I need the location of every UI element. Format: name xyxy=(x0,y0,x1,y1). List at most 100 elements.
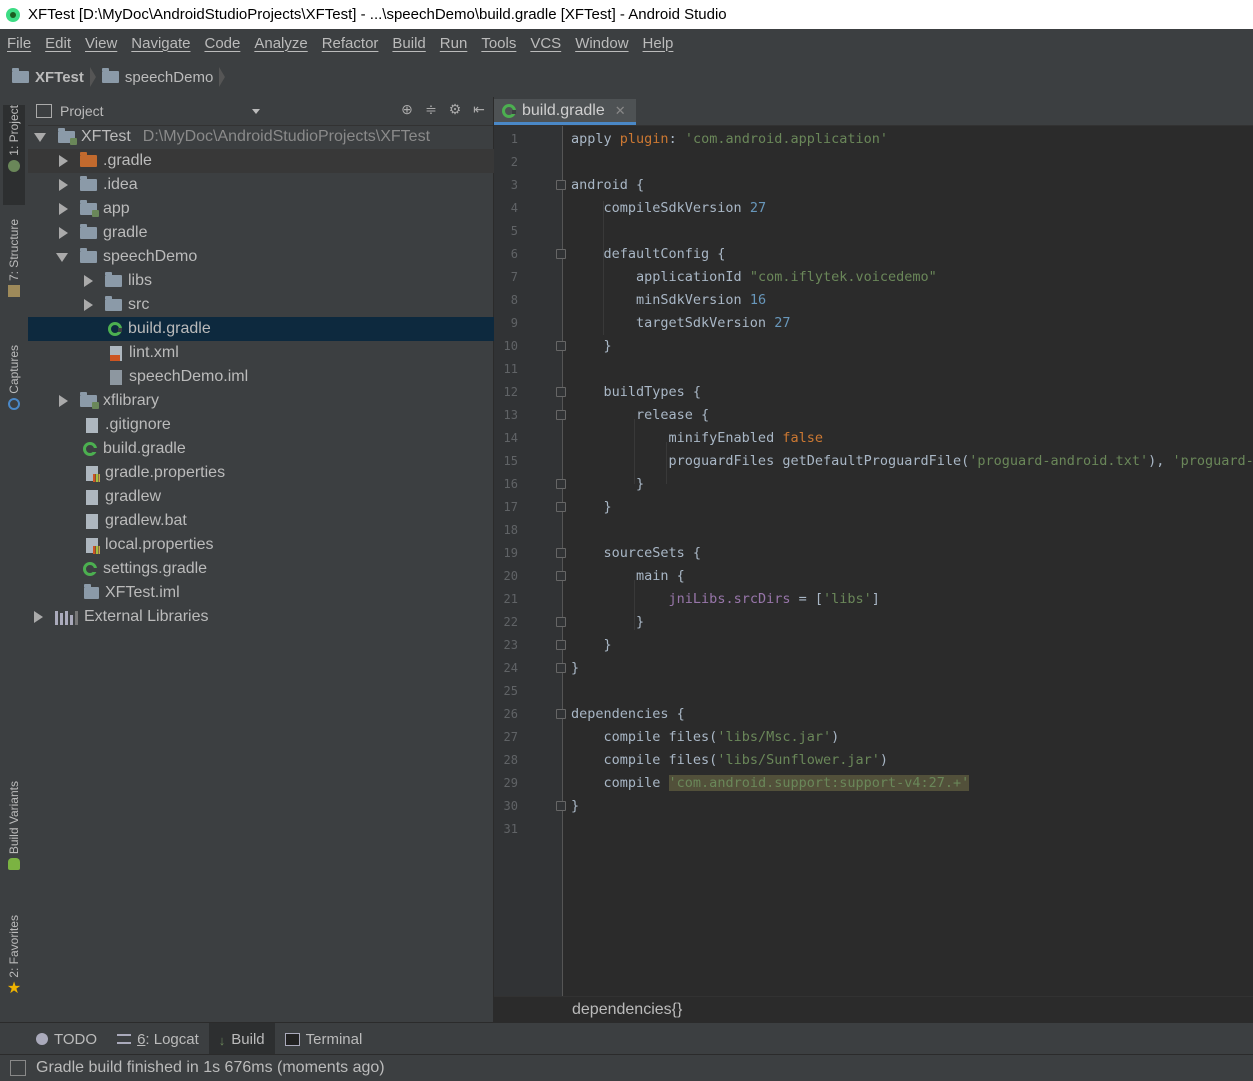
tool-tab-build[interactable]: ↓ Build xyxy=(208,1023,275,1055)
scroll-from-source-icon[interactable]: ⊕ xyxy=(399,101,415,117)
code-line-10[interactable]: } xyxy=(571,335,612,357)
chevron-down-icon[interactable] xyxy=(34,132,46,142)
code-line-28[interactable]: compile files('libs/Sunflower.jar') xyxy=(571,749,889,771)
menu-window[interactable]: Window xyxy=(568,35,635,52)
fold-marker-icon[interactable] xyxy=(556,180,566,190)
project-view-selector[interactable]: Project xyxy=(60,103,104,119)
tree-item-speechdemo-build-gradle[interactable]: build.gradle xyxy=(28,317,573,341)
tree-item-xftest[interactable]: XFTest D:\MyDoc\AndroidStudioProjects\XF… xyxy=(28,125,499,149)
chevron-down-icon[interactable] xyxy=(251,108,260,114)
menu-vcs[interactable]: VCS xyxy=(523,35,568,52)
code-line-12[interactable]: buildTypes { xyxy=(571,381,702,403)
code-line-9[interactable]: targetSdkVersion 27 xyxy=(571,312,790,334)
code-line-15[interactable]: proguardFiles getDefaultProguardFile('pr… xyxy=(571,450,1253,472)
tool-tab-todo[interactable]: TODO xyxy=(0,1023,107,1055)
code-line-4[interactable]: compileSdkVersion 27 xyxy=(571,197,767,219)
tree-item-lint-xml[interactable]: lint.xml xyxy=(28,341,575,365)
tree-item-speechdemo-iml[interactable]: speechDemo.iml xyxy=(28,365,575,389)
tree-item-gradle[interactable]: gradle xyxy=(28,221,524,245)
menu-refactor[interactable]: Refactor xyxy=(315,35,386,52)
editor-breadcrumb[interactable]: dependencies{} xyxy=(572,1001,682,1019)
menu-run[interactable]: Run xyxy=(433,35,475,52)
menu-tools[interactable]: Tools xyxy=(474,35,523,52)
toggle-tool-windows-icon[interactable] xyxy=(10,1060,26,1076)
tree-item-idea[interactable]: .idea xyxy=(28,173,524,197)
code-line-26[interactable]: dependencies { xyxy=(571,703,685,725)
code-line-17[interactable]: } xyxy=(571,496,612,518)
fold-marker-icon[interactable] xyxy=(556,249,566,259)
tree-item-gitignore[interactable]: .gitignore xyxy=(28,413,551,437)
fold-marker-icon[interactable] xyxy=(556,640,566,650)
tree-item-settings-gradle[interactable]: settings.gradle xyxy=(28,557,548,581)
code-line-8[interactable]: minSdkVersion 16 xyxy=(571,289,766,311)
code-line-20[interactable]: main { xyxy=(571,565,685,587)
code-line-29[interactable]: compile 'com.android.support:support-v4:… xyxy=(571,772,970,794)
breadcrumb-project[interactable]: XFTest xyxy=(0,68,84,86)
tool-tab-project[interactable]: 1: Project xyxy=(3,105,25,205)
fold-marker-icon[interactable] xyxy=(556,663,566,673)
gear-icon[interactable]: ⚙ xyxy=(447,101,463,117)
chevron-right-icon[interactable] xyxy=(59,395,68,407)
tree-item-external-libraries[interactable]: External Libraries xyxy=(28,605,499,629)
fold-marker-icon[interactable] xyxy=(556,709,566,719)
code-line-6[interactable]: defaultConfig { xyxy=(571,243,726,265)
breadcrumb-module[interactable]: speechDemo xyxy=(101,68,213,86)
chevron-right-icon[interactable] xyxy=(34,611,43,623)
tree-item-app[interactable]: app xyxy=(28,197,524,221)
tree-item-gradlew-bat[interactable]: gradlew.bat xyxy=(28,509,551,533)
tool-tab-captures[interactable]: Captures xyxy=(3,345,25,425)
chevron-right-icon[interactable] xyxy=(84,275,93,287)
fold-marker-icon[interactable] xyxy=(556,502,566,512)
tree-item-gradlew[interactable]: gradlew xyxy=(28,485,551,509)
code-line-14[interactable]: minifyEnabled false xyxy=(571,427,823,449)
fold-marker-icon[interactable] xyxy=(556,479,566,489)
code-line-30[interactable]: } xyxy=(571,795,579,817)
menu-code[interactable]: Code xyxy=(197,35,247,52)
hide-panel-icon[interactable]: ⇤ xyxy=(471,101,487,117)
code-line-1[interactable]: apply plugin: 'com.android.application' xyxy=(571,128,888,150)
fold-marker-icon[interactable] xyxy=(556,341,566,351)
fold-marker-icon[interactable] xyxy=(556,571,566,581)
code-line-24[interactable]: } xyxy=(571,657,579,679)
code-line-7[interactable]: applicationId "com.iflytek.voicedemo" xyxy=(571,266,937,288)
close-icon[interactable]: ✕ xyxy=(615,103,626,119)
tree-item-gradle-properties[interactable]: gradle.properties xyxy=(28,461,551,485)
chevron-down-icon[interactable] xyxy=(56,252,68,262)
fold-marker-icon[interactable] xyxy=(556,548,566,558)
code-line-27[interactable]: compile files('libs/Msc.jar') xyxy=(571,726,840,748)
chevron-right-icon[interactable] xyxy=(59,155,68,167)
code-line-16[interactable]: } xyxy=(571,473,644,495)
fold-marker-icon[interactable] xyxy=(556,387,566,397)
tree-item-xflibrary[interactable]: xflibrary xyxy=(28,389,524,413)
tree-item-local-properties[interactable]: local.properties xyxy=(28,533,551,557)
tree-item-xftest-iml[interactable]: XFTest.iml xyxy=(28,581,549,605)
tree-item-libs[interactable]: libs xyxy=(28,269,549,293)
code-line-13[interactable]: release { xyxy=(571,404,709,426)
code-line-3[interactable]: android { xyxy=(571,174,644,196)
menu-view[interactable]: View xyxy=(78,35,124,52)
tree-item-speechdemo[interactable]: speechDemo xyxy=(28,245,521,269)
editor-tab-build-gradle[interactable]: build.gradle ✕ xyxy=(494,99,636,125)
tool-tab-favorites[interactable]: 2: Favorites ★ xyxy=(3,915,25,1015)
chevron-right-icon[interactable] xyxy=(59,179,68,191)
menu-file[interactable]: File xyxy=(0,35,38,52)
tree-item-src[interactable]: src xyxy=(28,293,549,317)
chevron-right-icon[interactable] xyxy=(84,299,93,311)
fold-marker-icon[interactable] xyxy=(556,617,566,627)
fold-marker-icon[interactable] xyxy=(556,410,566,420)
tool-tab-logcat[interactable]: 6: Logcat xyxy=(107,1023,209,1055)
menu-analyze[interactable]: Analyze xyxy=(247,35,314,52)
tool-tab-terminal[interactable]: Terminal xyxy=(275,1023,373,1055)
tool-tab-structure[interactable]: 7: Structure xyxy=(3,219,25,319)
code-line-22[interactable]: } xyxy=(571,611,644,633)
tree-item-dot-gradle[interactable]: .gradle xyxy=(28,149,524,173)
menu-navigate[interactable]: Navigate xyxy=(124,35,197,52)
fold-marker-icon[interactable] xyxy=(556,801,566,811)
tool-tab-build-variants[interactable]: Build Variants xyxy=(3,781,25,891)
menu-build[interactable]: Build xyxy=(385,35,432,52)
code-line-21[interactable]: jniLibs.srcDirs = ['libs'] xyxy=(571,588,880,610)
menu-edit[interactable]: Edit xyxy=(38,35,78,52)
chevron-right-icon[interactable] xyxy=(59,203,68,215)
code-line-23[interactable]: } xyxy=(571,634,612,656)
chevron-right-icon[interactable] xyxy=(59,227,68,239)
